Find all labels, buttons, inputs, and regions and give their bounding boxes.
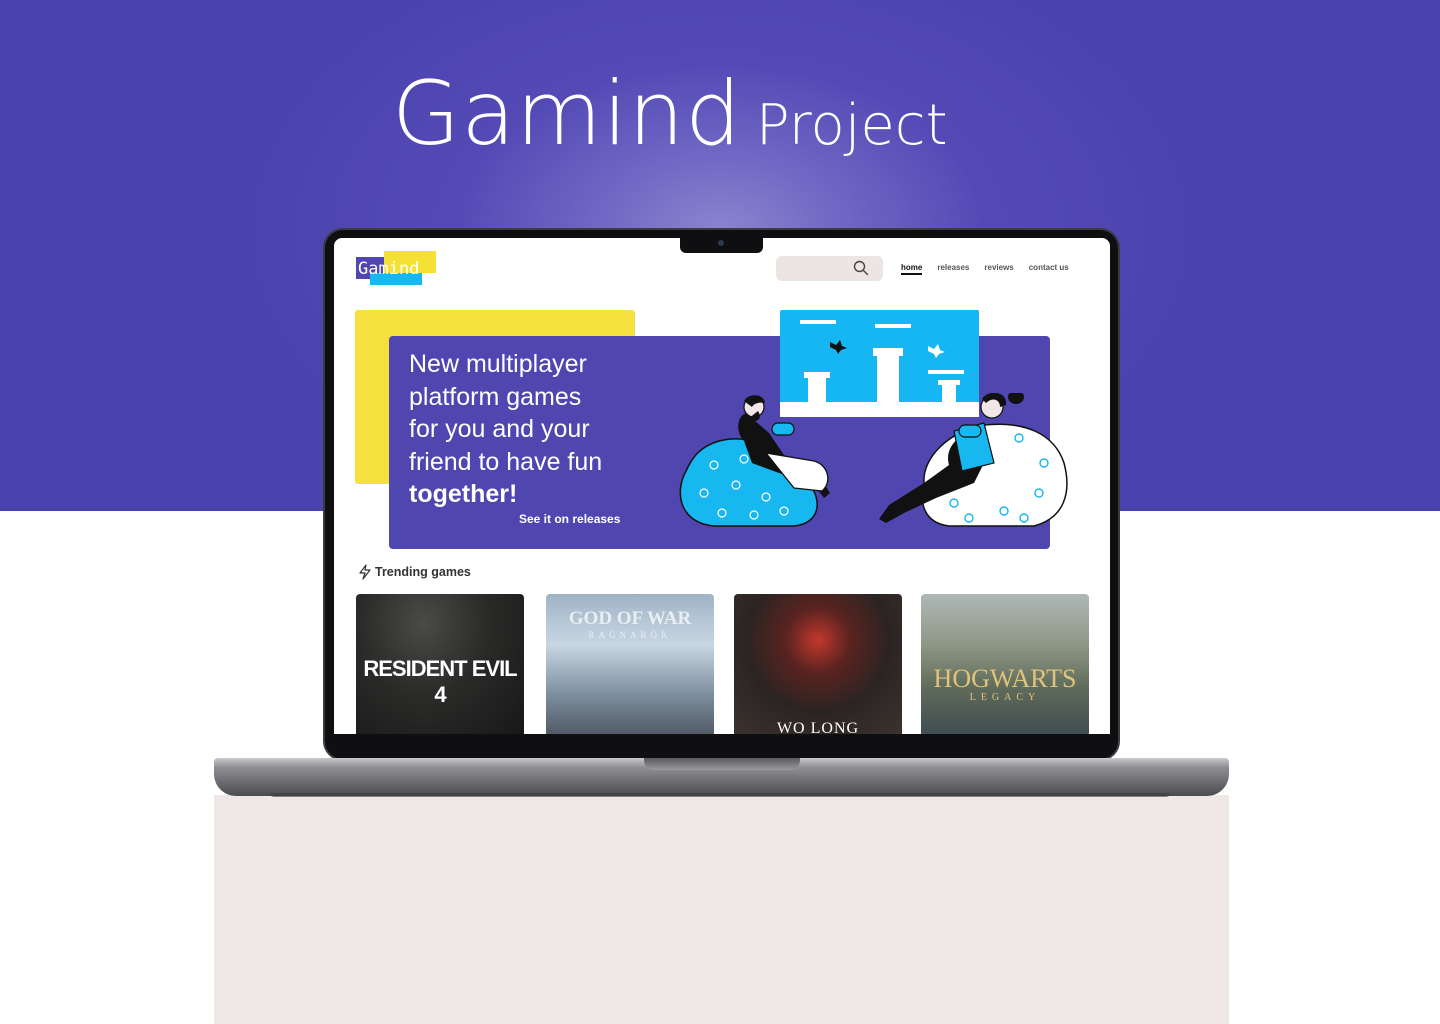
hero-line-bold: together! [409, 480, 518, 508]
players-illustration [679, 393, 1068, 527]
title-sub: Project [755, 93, 948, 158]
search-icon[interactable] [853, 260, 869, 276]
game-subtitle: RAGNARÖK [588, 630, 672, 640]
game-card-wo-long[interactable]: WO LONG [734, 594, 902, 734]
showcase-stage: Gamind Project Gamind home releases revie… [0, 0, 1440, 1024]
nav-contact[interactable]: contact us [1029, 263, 1069, 275]
hero-line: New multiplayer [409, 350, 587, 378]
lightning-icon [359, 564, 371, 580]
game-title: HOGWARTS [933, 664, 1077, 693]
logo-text: Gamind [358, 259, 420, 279]
releases-link[interactable]: See it on releases [519, 512, 620, 526]
nav-reviews[interactable]: reviews [984, 263, 1013, 275]
game-subtitle: LEGACY [969, 692, 1041, 703]
game-title: RESIDENT EVIL 4 [363, 656, 517, 707]
game-card-hogwarts[interactable]: HOGWARTS LEGACY [921, 594, 1089, 734]
laptop-opening-notch [644, 758, 800, 770]
nav-home[interactable]: home [901, 263, 923, 275]
camera-icon [718, 240, 724, 246]
hero-line: friend to have fun [409, 447, 603, 476]
nav-releases[interactable]: releases [937, 263, 969, 275]
search-input[interactable] [776, 256, 883, 281]
laptop-screen: Gamind home releases reviews contact us … [334, 238, 1110, 734]
game-card-resident-evil[interactable]: RESIDENT EVIL 4 [356, 594, 524, 734]
floor-block [214, 795, 1229, 1024]
game-card-god-of-war[interactable]: GOD OF WAR RAGNARÖK [546, 594, 714, 734]
site-logo[interactable]: Gamind [356, 251, 436, 287]
showcase-title: Gamind Project [392, 62, 948, 165]
hero-headline: New multiplayer platform games for you a… [409, 348, 669, 511]
main-nav: home releases reviews contact us [901, 263, 1069, 275]
hero-line: for you and your [409, 415, 590, 443]
game-title: GOD OF WAR [568, 608, 692, 629]
hero-line: platform games [409, 382, 582, 411]
trending-label: Trending games [375, 565, 471, 579]
trending-heading: Trending games [358, 564, 471, 580]
laptop-base-shadow [270, 793, 1170, 797]
game-title: WO LONG [776, 720, 860, 734]
title-main: Gamind [392, 62, 742, 165]
